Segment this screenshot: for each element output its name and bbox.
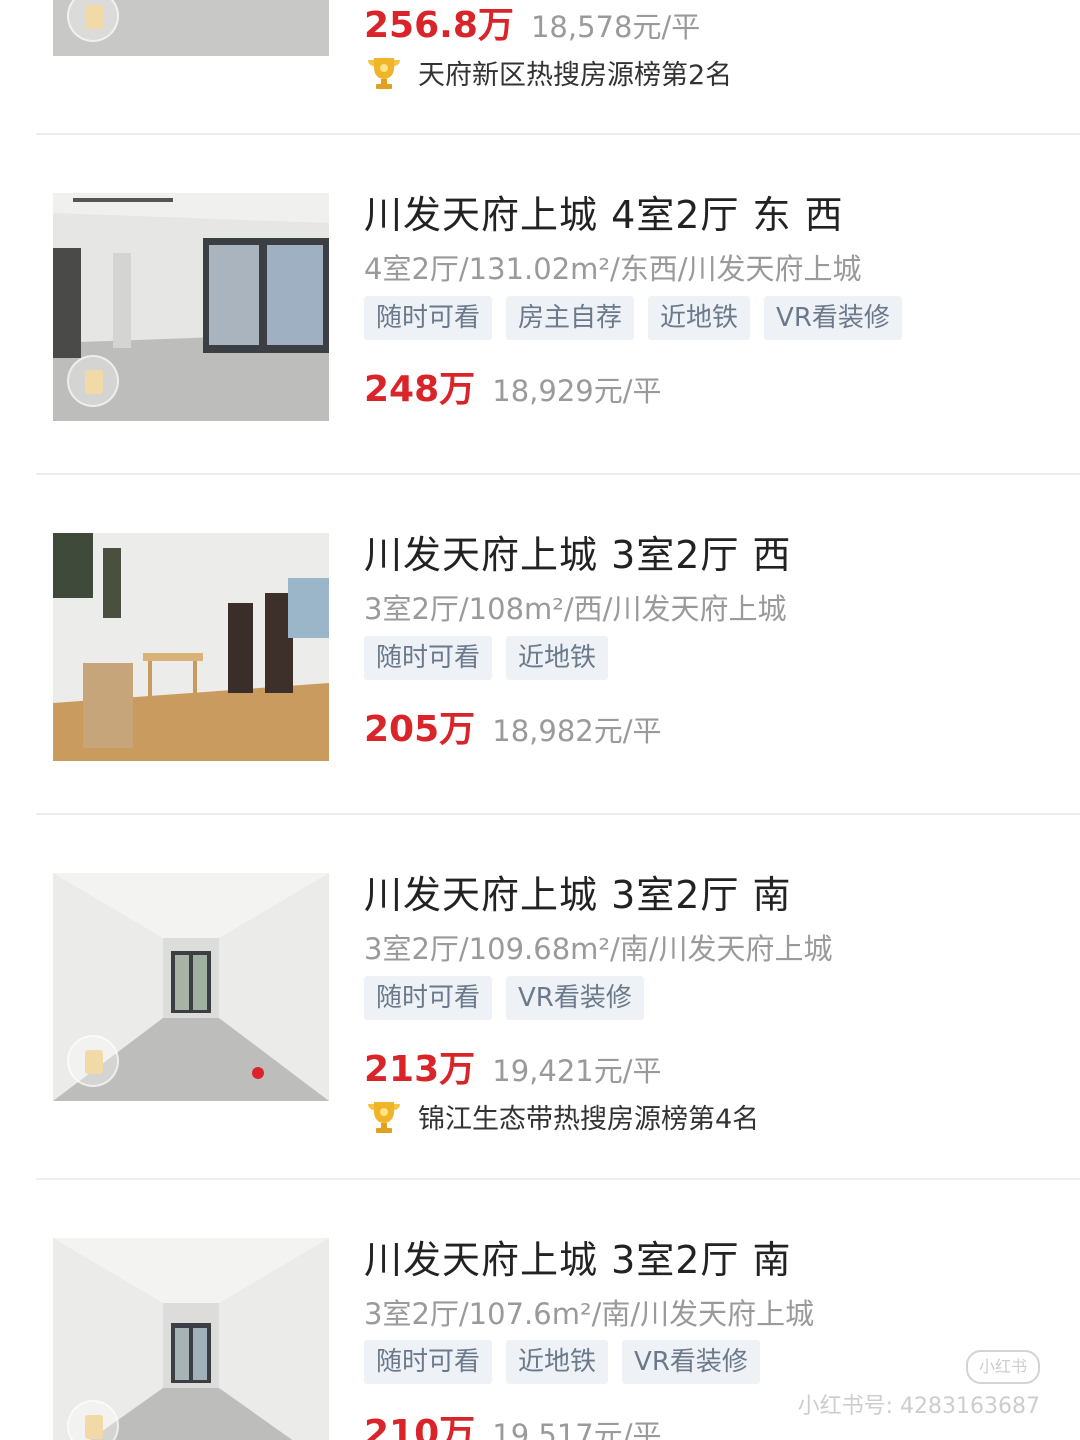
hot-rank-row[interactable]: 天府新区热搜房源榜第2名: [364, 52, 732, 92]
tag: 随时可看: [364, 1340, 493, 1384]
tag: 近地铁: [506, 636, 609, 680]
listing-title[interactable]: 川发天府上城 3室2厅 南: [364, 864, 792, 919]
total-price: 256.8万: [364, 5, 514, 46]
vr-badge-icon: [67, 355, 119, 407]
tag: 近地铁: [648, 296, 751, 340]
total-price: 205万: [364, 709, 476, 750]
divider: [36, 133, 1080, 135]
listing-photo[interactable]: [53, 873, 329, 1101]
price-row: 213万 19,421元/平: [364, 1040, 662, 1092]
unit-price: 18,982元/平: [492, 714, 662, 748]
listing-title[interactable]: 川发天府上城 4室2厅 东 西: [364, 184, 844, 239]
listing-feed: 256.8万 18,578元/平 天府新区热搜房源榜第2名 川发天府上城 4室2…: [0, 0, 1080, 1440]
tag: 随时可看: [364, 296, 493, 340]
listing-photo[interactable]: [53, 0, 329, 56]
listing-title[interactable]: 川发天府上城 3室2厅 西: [364, 524, 792, 579]
total-price: 210万: [364, 1413, 476, 1440]
price-row: 248万 18,929元/平: [364, 360, 662, 412]
unit-price: 18,929元/平: [492, 374, 662, 408]
tag: 随时可看: [364, 636, 493, 680]
tag: VR看装修: [764, 296, 902, 340]
watermark-logo: 小红书: [966, 1350, 1040, 1384]
tag: 房主自荐: [506, 296, 635, 340]
tag: VR看装修: [622, 1340, 760, 1384]
divider: [36, 813, 1080, 815]
tag-list: 随时可看 近地铁 VR看装修: [364, 1340, 760, 1384]
listing-summary: 3室2厅/109.68m²/南/川发天府上城: [364, 932, 833, 966]
hot-rank-text: 天府新区热搜房源榜第2名: [418, 59, 733, 91]
hot-rank-row[interactable]: 锦江生态带热搜房源榜第4名: [364, 1096, 759, 1136]
unit-price: 18,578元/平: [530, 10, 701, 44]
listing-summary: 3室2厅/107.6m²/南/川发天府上城: [364, 1297, 815, 1331]
tag: 近地铁: [506, 1340, 609, 1384]
price-row: 256.8万 18,578元/平: [364, 0, 700, 48]
trophy-icon: [368, 1102, 400, 1133]
total-price: 213万: [364, 1049, 476, 1090]
tag: 随时可看: [364, 976, 493, 1020]
total-price: 248万: [364, 369, 476, 410]
tag: VR看装修: [506, 976, 644, 1020]
tag-list: 随时可看 近地铁: [364, 636, 609, 680]
price-row: 210万 19,517元/平: [364, 1404, 662, 1440]
price-row: 205万 18,982元/平: [364, 700, 662, 752]
trophy-icon: [368, 58, 400, 89]
listing-photo[interactable]: [53, 533, 329, 761]
listing-photo[interactable]: [53, 193, 329, 421]
listing-photo[interactable]: [53, 1238, 329, 1440]
hot-rank-text: 锦江生态带热搜房源榜第4名: [418, 1103, 760, 1135]
divider: [36, 473, 1080, 475]
listing-title[interactable]: 川发天府上城 3室2厅 南: [364, 1229, 792, 1284]
watermark-id: 小红书号: 4283163687: [797, 1394, 1040, 1419]
divider: [36, 1178, 1080, 1180]
listing-summary: 3室2厅/108m²/西/川发天府上城: [364, 592, 787, 626]
vr-badge-icon: [67, 1035, 119, 1087]
tag-list: 随时可看 VR看装修: [364, 976, 644, 1020]
tag-list: 随时可看 房主自荐 近地铁 VR看装修: [364, 296, 902, 340]
listing-summary: 4室2厅/131.02m²/东西/川发天府上城: [364, 252, 862, 286]
unit-price: 19,421元/平: [492, 1054, 662, 1088]
unit-price: 19,517元/平: [492, 1418, 662, 1440]
